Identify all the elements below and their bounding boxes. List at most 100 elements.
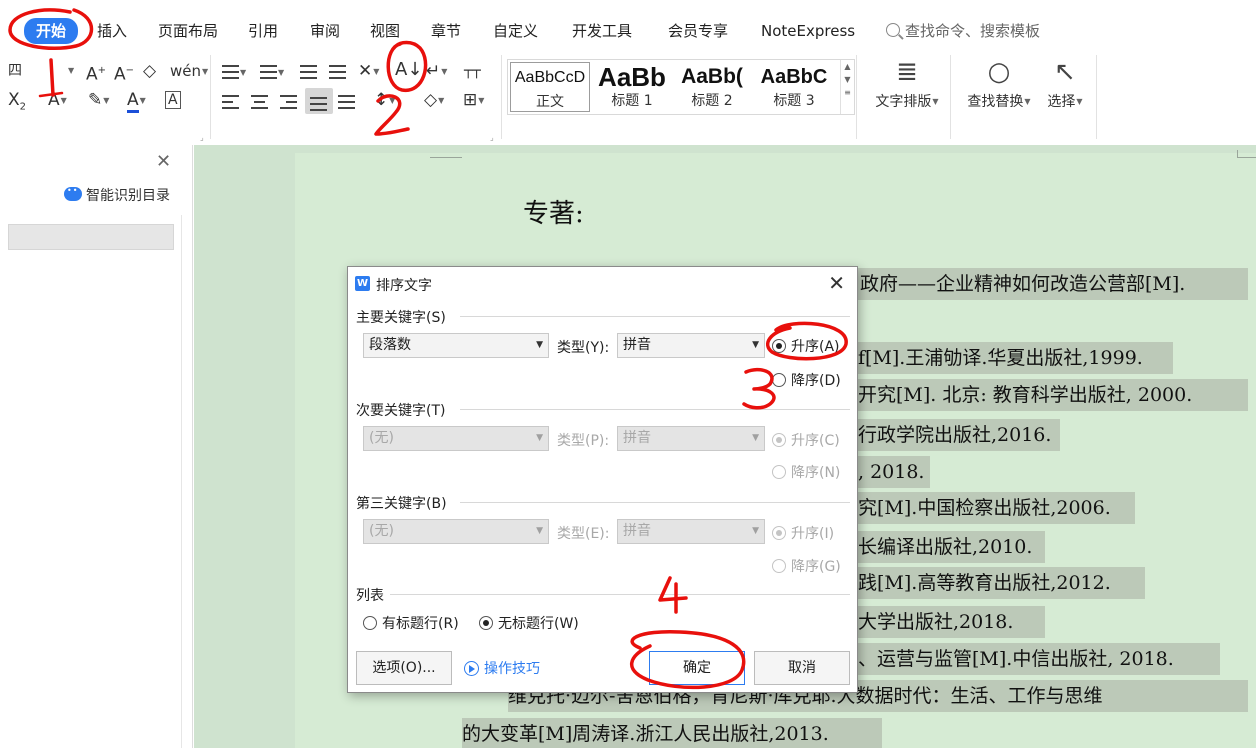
pinyin-guide-icon[interactable]: wén▼ bbox=[170, 60, 208, 82]
distributed-icon[interactable] bbox=[338, 91, 355, 113]
font-size-select[interactable]: 四 ▼ bbox=[8, 60, 74, 82]
page-corner-mark bbox=[430, 150, 462, 158]
primary-type-select[interactable]: 拼音 ▼ bbox=[617, 333, 765, 358]
tips-link[interactable]: 操作技巧 bbox=[464, 658, 540, 678]
command-search[interactable]: 查找命令、搜索模板 bbox=[886, 19, 1040, 43]
primary-key-select[interactable]: 段落数 ▼ bbox=[363, 333, 549, 358]
borders-icon[interactable]: ⊞▼ bbox=[463, 89, 484, 111]
search-icon bbox=[886, 23, 900, 37]
style-name: 标题 1 bbox=[611, 93, 653, 109]
styles-scroll[interactable]: ▲ ▼ ≡ bbox=[840, 60, 854, 114]
ai-icon bbox=[64, 186, 82, 201]
smart-toc-button[interactable]: 智能识别目录 bbox=[64, 185, 170, 205]
menu-page-layout[interactable]: 页面布局 bbox=[158, 19, 218, 43]
select-button[interactable]: ↖ 选择▼ bbox=[1042, 57, 1088, 111]
style-normal[interactable]: AaBbCcD 正文 bbox=[510, 62, 590, 112]
close-icon[interactable]: ✕ bbox=[156, 151, 171, 172]
grow-font-icon[interactable]: A+ bbox=[86, 60, 106, 85]
highlight-icon[interactable]: ✎▼ bbox=[88, 89, 109, 111]
find-replace-label: 查找替换 bbox=[967, 94, 1024, 110]
style-heading-1[interactable]: AaBb 标题 1 bbox=[592, 62, 672, 112]
decrease-indent-icon[interactable] bbox=[300, 61, 317, 83]
cancel-button[interactable]: 取消 bbox=[754, 651, 850, 685]
text-layout-button[interactable]: ≣ 文字排版▼ bbox=[870, 57, 944, 111]
options-button[interactable]: 选项(O)... bbox=[356, 651, 452, 685]
chevron-up-icon[interactable]: ▲ bbox=[841, 62, 854, 71]
char-border-icon[interactable]: A bbox=[165, 91, 181, 109]
text-layout-label: 文字排版 bbox=[875, 94, 932, 110]
menu-review[interactable]: 审阅 bbox=[310, 19, 340, 43]
increase-indent-icon[interactable] bbox=[329, 61, 346, 83]
nav-selected-item[interactable] bbox=[8, 224, 174, 250]
justify-icon[interactable] bbox=[305, 88, 333, 114]
style-heading-3[interactable]: AaBbC 标题 3 bbox=[754, 62, 834, 112]
tab-stops-icon[interactable]: ┬┬ bbox=[464, 60, 481, 82]
third-type-select: 拼音 ▼ bbox=[617, 519, 765, 544]
subscript-icon[interactable]: X2 bbox=[8, 89, 26, 112]
show-marks-icon[interactable]: ↵▼ bbox=[426, 60, 447, 82]
menu-developer[interactable]: 开发工具 bbox=[572, 19, 632, 43]
no-header-label: 无标题行(W) bbox=[498, 616, 579, 632]
dialog-titlebar[interactable]: W 排序文字 ✕ bbox=[348, 267, 857, 301]
menu-section[interactable]: 章节 bbox=[431, 19, 461, 43]
secondary-key-select: (无) ▼ bbox=[363, 426, 549, 451]
numbering-icon[interactable]: ▼ bbox=[260, 61, 284, 83]
doc-line: 、运营与监管[M].中信出版社, 2018. bbox=[858, 648, 1174, 670]
doc-line: f[M].王浦劬译.华夏出版社,1999. bbox=[858, 347, 1143, 369]
doc-line: 行政学院出版社,2016. bbox=[858, 424, 1052, 446]
third-type-label: 类型(E): bbox=[557, 526, 610, 542]
ribbon-divider bbox=[1096, 55, 1097, 139]
ribbon-divider bbox=[501, 55, 502, 139]
text-layout-icon: ≣ bbox=[896, 57, 918, 87]
style-heading-2[interactable]: AaBb( 标题 2 bbox=[672, 62, 752, 112]
menu-insert[interactable]: 插入 bbox=[97, 19, 127, 43]
ok-button[interactable]: 确定 bbox=[649, 651, 745, 685]
font-color-icon[interactable]: A▼ bbox=[127, 89, 146, 113]
align-center-icon[interactable] bbox=[251, 91, 268, 113]
secondary-desc-label: 降序(N) bbox=[791, 465, 841, 481]
chevron-down-icon: ▼ bbox=[752, 340, 759, 350]
font-group-launcher-icon[interactable]: ⌟ bbox=[200, 133, 204, 142]
menu-member[interactable]: 会员专享 bbox=[668, 19, 728, 43]
align-left-icon[interactable] bbox=[222, 91, 239, 113]
chevron-down-icon[interactable]: ▼ bbox=[841, 75, 854, 84]
find-replace-button[interactable]: ○ 查找替换▼ bbox=[962, 57, 1036, 111]
style-sample: AaBbCcD bbox=[514, 69, 586, 86]
paragraph-group-launcher-icon[interactable]: ⌟ bbox=[490, 133, 494, 142]
sort-icon[interactable]: A↓ bbox=[395, 59, 422, 81]
more-styles-icon[interactable]: ≡ bbox=[841, 88, 854, 97]
has-header-radio[interactable]: 有标题行(R) bbox=[363, 613, 459, 633]
menu-view[interactable]: 视图 bbox=[370, 19, 400, 43]
no-header-radio[interactable]: 无标题行(W) bbox=[479, 613, 579, 633]
chevron-down-icon: ▼ bbox=[752, 526, 759, 536]
tips-link-label: 操作技巧 bbox=[484, 661, 540, 677]
clear-format-icon[interactable]: ◇ bbox=[143, 60, 156, 82]
doc-line: 的大变革[M]周涛译.浙江人民出版社,2013. bbox=[462, 723, 829, 745]
chevron-down-icon: ▼ bbox=[536, 526, 543, 536]
style-sample: AaBb( bbox=[681, 65, 743, 88]
play-icon bbox=[464, 661, 479, 676]
styles-gallery: AaBbCcD 正文 AaBb 标题 1 AaBb( 标题 2 AaBbC 标题… bbox=[507, 59, 855, 115]
text-effect-icon[interactable]: A▼ bbox=[48, 89, 67, 111]
secondary-type-label: 类型(P): bbox=[557, 433, 610, 449]
align-right-icon[interactable] bbox=[280, 91, 297, 113]
menu-custom[interactable]: 自定义 bbox=[493, 19, 538, 43]
ribbon-divider bbox=[950, 55, 951, 139]
page-corner-mark bbox=[1237, 150, 1256, 158]
primary-asc-radio[interactable]: 升序(A) bbox=[772, 336, 840, 356]
shrink-font-icon[interactable]: A− bbox=[114, 60, 134, 85]
close-icon[interactable]: ✕ bbox=[828, 271, 845, 295]
bullets-icon[interactable]: ▼ bbox=[222, 61, 246, 83]
secondary-type-select: 拼音 ▼ bbox=[617, 426, 765, 451]
line-spacing-icon[interactable]: ↕▼ bbox=[374, 89, 395, 111]
doc-line: 开究[M]. 北京: 教育科学出版社, 2000. bbox=[858, 384, 1193, 406]
menu-references[interactable]: 引用 bbox=[248, 19, 278, 43]
menu-noteexpress[interactable]: NoteExpress bbox=[761, 19, 855, 43]
shading-icon[interactable]: ◇▼ bbox=[424, 89, 444, 111]
chevron-down-icon: ▼ bbox=[752, 433, 759, 443]
wps-logo-icon: W bbox=[355, 276, 370, 291]
primary-desc-radio[interactable]: 降序(D) bbox=[772, 370, 841, 390]
secondary-desc-radio: 降序(N) bbox=[772, 462, 840, 482]
chinese-layout-icon[interactable]: ✕▼ bbox=[358, 60, 379, 82]
menu-home[interactable]: 开始 bbox=[24, 18, 79, 44]
